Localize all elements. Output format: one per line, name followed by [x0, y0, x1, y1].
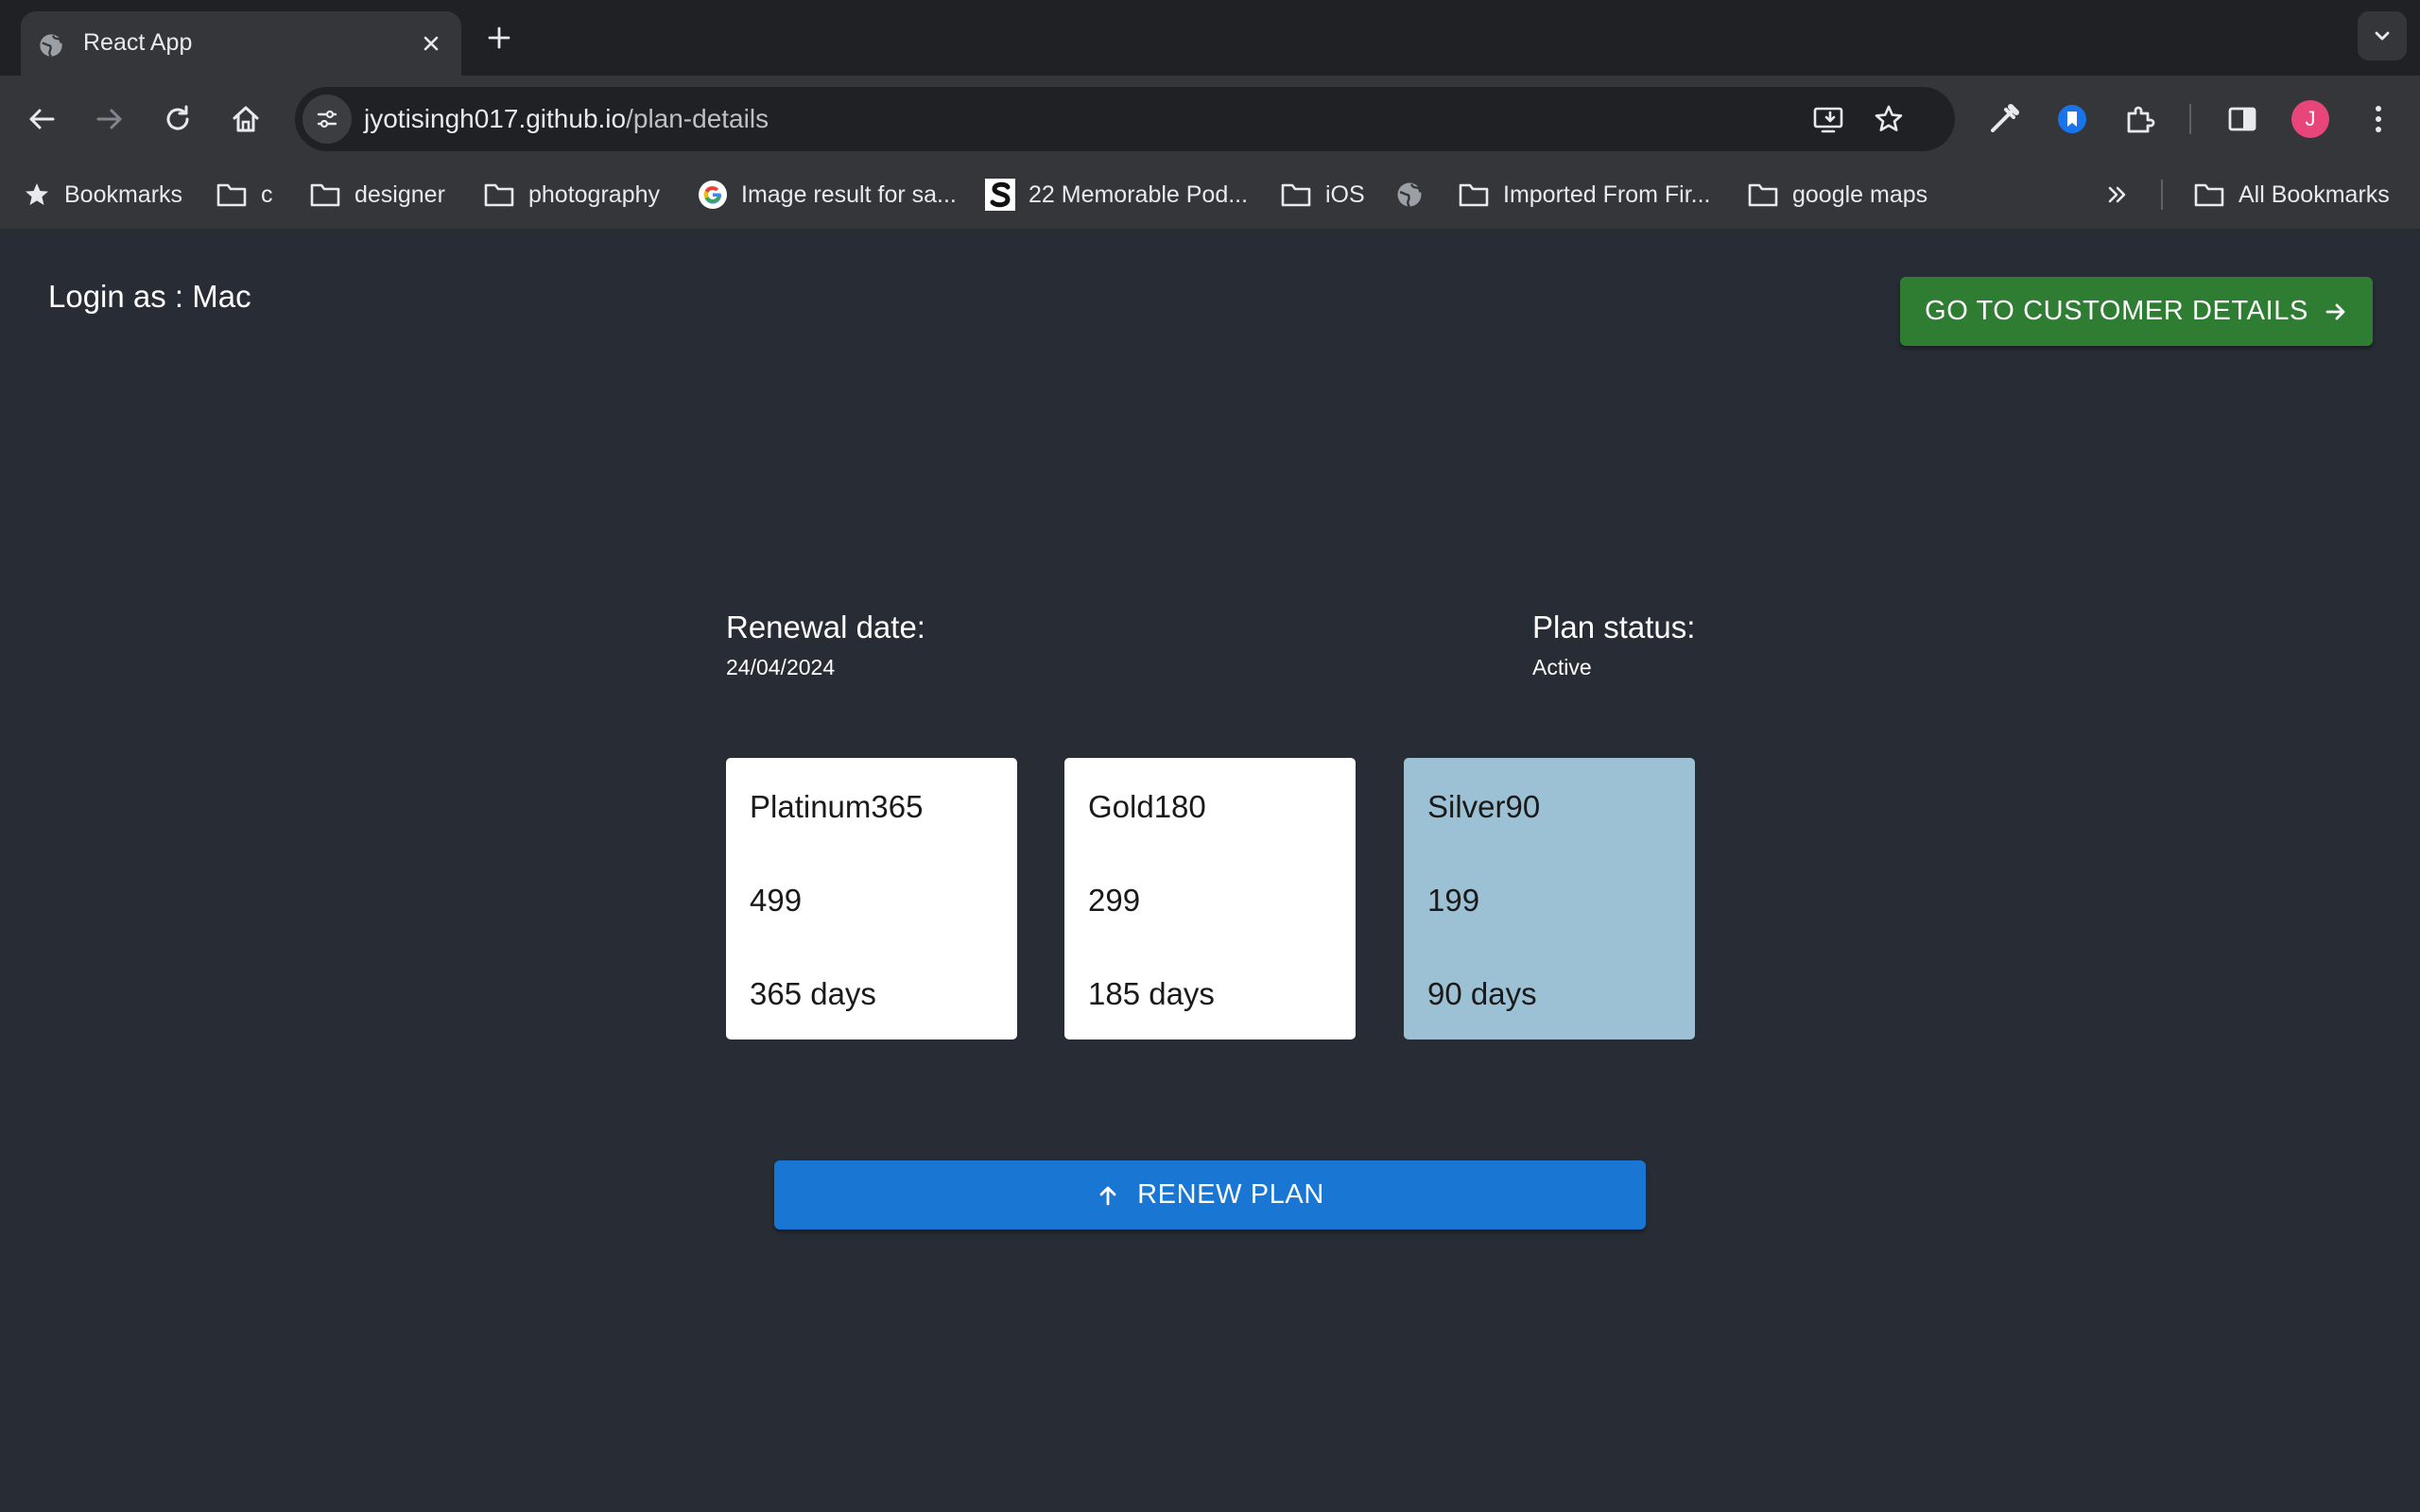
bookmark-label: photography	[528, 180, 661, 208]
plan-status-value: Active	[1532, 655, 1592, 679]
folder-icon	[1748, 183, 1778, 207]
install-app-icon[interactable]	[1811, 102, 1845, 136]
folder-icon	[216, 183, 247, 207]
folder-icon	[1281, 183, 1311, 207]
tab-strip: React App	[0, 0, 2420, 76]
globe-icon	[38, 32, 64, 59]
bookmark-label: google maps	[1792, 180, 1928, 208]
plan-price: 499	[750, 883, 803, 918]
bookmark-extension-icon[interactable]	[2053, 100, 2091, 138]
button-label: GO TO CUSTOMER DETAILS	[1925, 296, 2308, 326]
folder-icon	[2194, 183, 2224, 207]
bookmark-label: designer	[354, 180, 445, 208]
profile-avatar[interactable]: J	[2291, 100, 2329, 138]
bookmark-item-memorable-pod[interactable]: 22 Memorable Pod...	[985, 178, 1248, 212]
plan-name: Silver90	[1427, 789, 1541, 824]
bookmark-item-bookmarks[interactable]: Bookmarks	[23, 178, 182, 212]
chevron-down-icon	[2375, 31, 2390, 41]
plan-price: 199	[1427, 883, 1480, 918]
double-chevron-right-icon	[2108, 186, 2126, 203]
side-panel-icon[interactable]	[2223, 100, 2261, 138]
plan-duration: 365 days	[750, 976, 876, 1011]
plan-price: 299	[1088, 883, 1141, 918]
bookmarks-overflow-button[interactable]	[2104, 178, 2144, 212]
arrow-right-icon	[2325, 303, 2345, 319]
browser-chrome: React App jyotisingh017.github.io/plan-d…	[0, 0, 2420, 229]
url-text: jyotisingh017.github.io/plan-details	[364, 104, 769, 134]
page-content: Login as : Mac GO TO CUSTOMER DETAILS Re…	[0, 229, 2420, 1512]
folder-icon	[1459, 183, 1489, 207]
site-s-icon	[985, 179, 1015, 211]
bookmark-label: Imported From Fir...	[1503, 180, 1711, 208]
renewal-date-value: 24/04/2024	[726, 655, 836, 679]
browser-tab[interactable]: React App	[21, 11, 461, 76]
bookmark-folder-designer[interactable]: designer	[309, 178, 445, 212]
plan-card-platinum365[interactable]: Platinum365 499 365 days	[726, 758, 1017, 1040]
plan-name: Gold180	[1088, 789, 1206, 824]
url-path: /plan-details	[626, 104, 769, 133]
plan-name: Platinum365	[750, 789, 924, 824]
bookmark-label: iOS	[1325, 180, 1365, 208]
bookmark-item-globe[interactable]	[1395, 178, 1437, 212]
tab-search-button[interactable]	[2358, 11, 2407, 60]
home-icon[interactable]	[227, 100, 265, 138]
plan-status-label: Plan status:	[1532, 610, 1696, 644]
arrow-up-icon	[1099, 1186, 1116, 1205]
bookmark-star-icon[interactable]	[1872, 102, 1906, 136]
renewal-date-label: Renewal date:	[726, 610, 925, 644]
bookmark-label: All Bookmarks	[2238, 180, 2390, 208]
toolbar-divider	[2189, 104, 2191, 134]
forward-arrow-icon[interactable]	[91, 100, 129, 138]
plan-duration: 185 days	[1088, 976, 1215, 1011]
renew-plan-button[interactable]: RENEW PLAN	[774, 1160, 1646, 1229]
go-to-customer-details-button[interactable]: GO TO CUSTOMER DETAILS	[1900, 277, 2373, 346]
bookmark-label: Image result for sa...	[741, 180, 957, 208]
site-settings-icon[interactable]	[302, 94, 352, 144]
bookmark-folder-ios[interactable]: iOS	[1280, 178, 1365, 212]
bookmark-folder-c[interactable]: c	[216, 178, 273, 212]
tab-title: React App	[83, 29, 193, 56]
back-arrow-icon[interactable]	[23, 100, 60, 138]
all-bookmarks-folder[interactable]: All Bookmarks	[2193, 178, 2390, 212]
globe-icon	[1397, 182, 1422, 208]
url-host: jyotisingh017.github.io	[364, 104, 627, 133]
reload-icon[interactable]	[159, 100, 197, 138]
plan-duration: 90 days	[1427, 976, 1537, 1011]
plan-card-silver90[interactable]: Silver90 199 90 days	[1404, 758, 1695, 1040]
bookmark-label: c	[261, 180, 273, 208]
folder-icon	[310, 183, 340, 207]
bookmark-folder-imported[interactable]: Imported From Fir...	[1458, 178, 1710, 212]
bookmark-label: 22 Memorable Pod...	[1028, 180, 1249, 208]
button-label: RENEW PLAN	[1137, 1179, 1324, 1210]
address-bar[interactable]: jyotisingh017.github.io/plan-details	[295, 87, 1955, 151]
new-tab-plus-icon[interactable]	[482, 21, 516, 55]
bookmark-item-image-result[interactable]: Image result for sa...	[698, 178, 957, 212]
close-icon[interactable]	[416, 28, 446, 59]
bookmark-label: Bookmarks	[64, 180, 183, 208]
login-status: Login as : Mac	[48, 279, 251, 314]
star-icon	[26, 183, 48, 205]
plan-card-gold180[interactable]: Gold180 299 185 days	[1064, 758, 1356, 1040]
google-icon	[699, 180, 727, 209]
bookmark-folder-photography[interactable]: photography	[483, 178, 660, 212]
extensions-puzzle-icon[interactable]	[2121, 100, 2159, 138]
menu-kebab-icon[interactable]	[2360, 100, 2397, 138]
eyedropper-extension-icon[interactable]	[1985, 100, 2023, 138]
bookmark-folder-google-maps[interactable]: google maps	[1747, 178, 1927, 212]
bookmarks-divider	[2161, 180, 2163, 210]
folder-icon	[484, 183, 514, 207]
